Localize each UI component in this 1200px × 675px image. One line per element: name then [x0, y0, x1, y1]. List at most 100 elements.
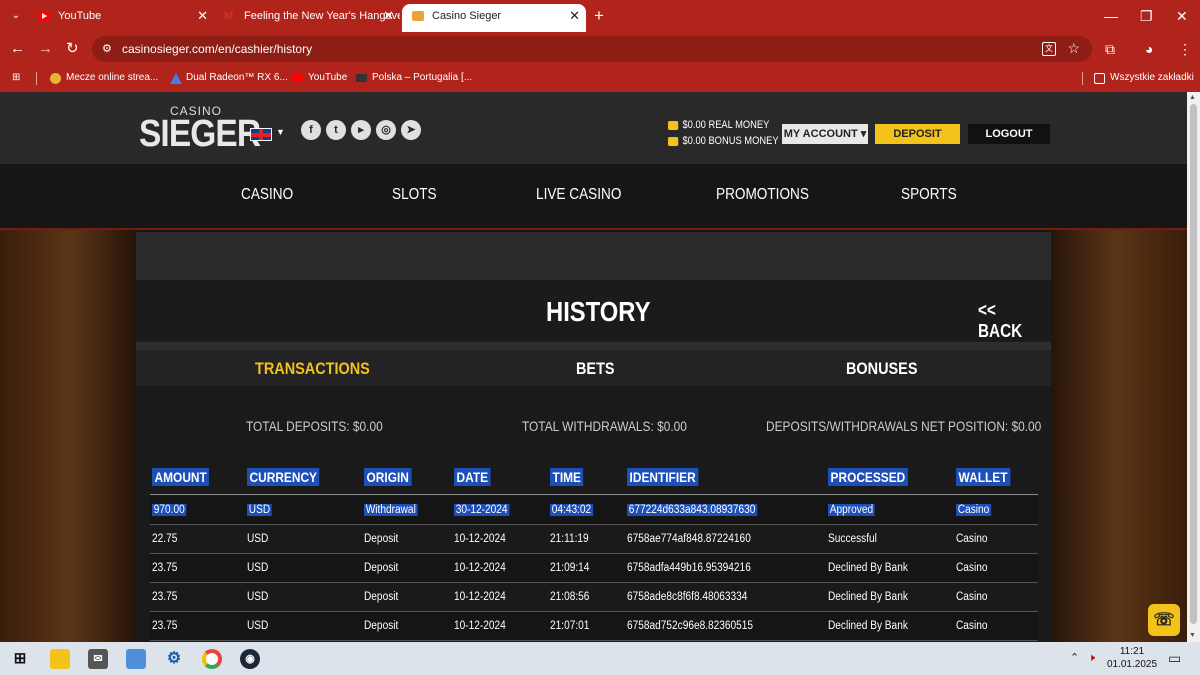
logout-button[interactable]: LOGOUT: [968, 124, 1050, 144]
all-bookmarks-button[interactable]: Wszystkie zakładki: [1094, 66, 1194, 90]
url-text[interactable]: casinosieger.com/en/cashier/history: [122, 36, 312, 62]
translate-icon[interactable]: 文: [1042, 42, 1056, 56]
tab-youtube[interactable]: YouTube ✕: [28, 4, 214, 32]
apps-grid-icon[interactable]: ⊞: [12, 66, 20, 90]
table-row: 23.75 USD Deposit 10-12-2024 21:08:56 6758ade…: [150, 583, 1038, 612]
cell-processed: Declined By Bank: [828, 562, 908, 574]
cell-currency: USD: [247, 562, 269, 574]
menu-kebab-icon[interactable]: ⋮: [1178, 39, 1192, 59]
column-header-currency: CURRENCY: [247, 468, 320, 486]
back-button[interactable]: << BACK: [978, 300, 1040, 342]
forward-arrow-icon[interactable]: →: [38, 38, 53, 60]
restore-icon[interactable]: ❐: [1140, 6, 1153, 26]
cell-processed: Declined By Bank: [828, 620, 908, 632]
nav-casino[interactable]: CASINO: [241, 186, 293, 204]
triangle-logo-icon: [170, 73, 182, 84]
chevron-down-icon[interactable]: ▼: [276, 127, 285, 137]
tab-transactions[interactable]: TRANSACTIONS: [255, 359, 370, 379]
chrome-icon[interactable]: [202, 649, 222, 669]
cell-time: 21:11:19: [550, 533, 589, 545]
web-page: CASINO SIEGER ▼ f t ▸ ◎ ➤ $0.00 REAL MON…: [0, 92, 1187, 642]
bookmark-item[interactable]: Dual Radeon™ RX 6...: [170, 66, 288, 90]
bookmark-label: Dual Radeon™ RX 6...: [186, 72, 288, 83]
column-header-amount: AMOUNT: [152, 468, 210, 486]
nav-promotions[interactable]: PROMOTIONS: [716, 186, 809, 204]
tab-gmail[interactable]: M Feeling the New Year's Hangover ✕: [214, 4, 400, 32]
nav-live-casino[interactable]: LIVE CASINO: [536, 186, 621, 204]
instagram-icon[interactable]: ◎: [376, 120, 396, 140]
close-tab-icon[interactable]: ✕: [197, 4, 208, 28]
notifications-icon[interactable]: ▭: [1168, 651, 1181, 665]
bookmark-item[interactable]: Mecze online strea...: [50, 66, 158, 90]
reload-icon[interactable]: ↻: [66, 38, 79, 60]
settings-gear-icon[interactable]: ⚙: [164, 649, 184, 669]
tab-casino-sieger[interactable]: Casino Sieger ✕: [402, 4, 586, 32]
mail-icon[interactable]: ✉: [88, 649, 108, 669]
control-panel-icon[interactable]: [126, 649, 146, 669]
extensions-icon[interactable]: ⧉: [1105, 39, 1115, 59]
deposit-button[interactable]: DEPOSIT: [875, 124, 960, 144]
speaker-muted-icon[interactable]: 🕨: [1088, 651, 1095, 665]
close-tab-icon[interactable]: ✕: [383, 4, 394, 28]
cell-origin: Deposit: [364, 533, 399, 545]
cell-identifier: 6758ad752c96e8.82360515: [627, 620, 754, 632]
column-header-origin: ORIGIN: [364, 468, 412, 486]
back-arrow-icon[interactable]: ←: [10, 38, 25, 60]
tray-chevron-up-icon[interactable]: ⌃: [1070, 651, 1079, 665]
site-info-icon[interactable]: ⚙: [102, 42, 116, 56]
nav-sports[interactable]: SPORTS: [901, 186, 957, 204]
bookmark-star-icon[interactable]: ☆: [1067, 39, 1080, 57]
total-deposits: TOTAL DEPOSITS: $0.00: [246, 418, 383, 434]
cell-amount: 23.75: [152, 620, 178, 632]
steam-icon[interactable]: ◉: [240, 649, 260, 669]
cell-origin: Deposit: [364, 591, 399, 603]
cell-time: 21:07:01: [550, 620, 590, 632]
tab-label: Feeling the New Year's Hangover: [244, 10, 400, 22]
cell-identifier: 6758ae774af848.87224160: [627, 533, 751, 545]
minimize-icon[interactable]: —: [1104, 6, 1118, 26]
window-close-icon[interactable]: ✕: [1176, 6, 1188, 26]
cell-identifier: 6758ade8c8f6f8.48063334: [627, 591, 748, 603]
tab-search-dropdown-icon[interactable]: ⌄: [6, 7, 26, 25]
column-header-processed: PROCESSED: [828, 468, 908, 486]
close-tab-icon[interactable]: ✕: [569, 4, 580, 28]
nav-slots[interactable]: SLOTS: [392, 186, 437, 204]
file-explorer-icon[interactable]: [50, 649, 70, 669]
cell-origin: Deposit: [364, 620, 399, 632]
header-divider: [150, 494, 1038, 495]
bonus-money-balance: $0.00 BONUS MONEY: [668, 135, 779, 147]
cell-currency: USD: [247, 504, 272, 516]
tab-bets[interactable]: BETS: [576, 359, 615, 379]
page-scrollbar[interactable]: ▲ ▼: [1187, 92, 1200, 642]
new-tab-button[interactable]: +: [594, 6, 604, 26]
clock[interactable]: 11:21 01.01.2025: [1106, 645, 1158, 671]
support-chat-button[interactable]: ☏: [1148, 604, 1180, 636]
gmail-icon: M: [224, 10, 234, 22]
logo-sieger-text[interactable]: SIEGER: [139, 114, 261, 154]
windows-start-icon[interactable]: ⊞: [10, 649, 30, 669]
scrollbar-thumb[interactable]: [1190, 104, 1197, 624]
facebook-icon[interactable]: f: [301, 120, 321, 140]
my-account-button[interactable]: MY ACCOUNT ▾: [782, 124, 868, 144]
clock-time: 11:21: [1119, 646, 1145, 657]
bookmark-item[interactable]: YouTube: [292, 66, 347, 90]
youtube-social-icon[interactable]: ▸: [351, 120, 371, 140]
page-title: HISTORY: [546, 296, 651, 327]
scroll-down-icon[interactable]: ▼: [1189, 632, 1196, 639]
scroll-up-icon[interactable]: ▲: [1189, 94, 1196, 101]
cell-identifier: 677224d633a843.08937630: [627, 504, 758, 516]
tab-bonuses[interactable]: BONUSES: [846, 359, 917, 379]
uk-flag-icon[interactable]: [250, 128, 272, 141]
cell-amount: 970.00: [152, 504, 187, 516]
cell-origin: Deposit: [364, 562, 399, 574]
tab-label: Casino Sieger: [432, 10, 502, 22]
bookmark-item[interactable]: Polska – Portugalia [...: [356, 66, 472, 90]
cell-date: 10-12-2024: [454, 591, 506, 603]
folder-icon: [1094, 73, 1105, 84]
table-row: 22.75 USD Deposit 10-12-2024 21:11:19 6758ae7…: [150, 525, 1038, 554]
profile-avatar-icon[interactable]: ◕: [1145, 39, 1153, 59]
address-bar[interactable]: ⚙ casinosieger.com/en/cashier/history 文 …: [92, 36, 1092, 62]
casino-icon: [412, 11, 424, 21]
telegram-icon[interactable]: ➤: [401, 120, 421, 140]
twitter-icon[interactable]: t: [326, 120, 346, 140]
